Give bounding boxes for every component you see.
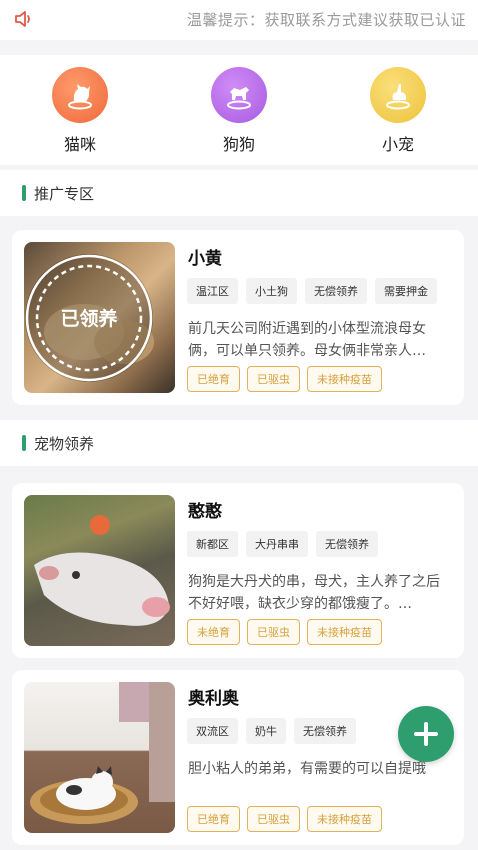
tag-district: 温江区 xyxy=(187,278,238,304)
pet-name: 小黄 xyxy=(188,249,222,269)
pet-card[interactable]: 憨憨 新都区 大丹串串 无偿领养 狗狗是大丹犬的串，母犬，主人养了之后不好好喂，… xyxy=(12,483,464,658)
dog-icon xyxy=(211,67,267,123)
adopt-section-title: 宠物领养 xyxy=(34,434,95,453)
badge-vaccine: 未接种疫苗 xyxy=(307,619,382,645)
category-label-dog: 狗狗 xyxy=(222,135,255,154)
notice-text: 温馨提示：获取联系方式建议获取已认证 xyxy=(186,11,466,29)
tag-district: 新都区 xyxy=(187,531,238,557)
promo-section-header: 推广专区 xyxy=(0,170,478,216)
badge-vaccine: 未接种疫苗 xyxy=(307,806,382,832)
tag-breed: 奶牛 xyxy=(246,718,286,744)
category-cat[interactable]: 猫咪 xyxy=(40,67,120,155)
category-bar: 猫咪 狗狗 小宠 xyxy=(0,55,478,165)
notice-bar: 温馨提示：获取联系方式建议获取已认证 xyxy=(0,0,478,40)
speaker-icon[interactable] xyxy=(14,9,36,29)
section-accent-bar xyxy=(22,435,26,451)
pet-description: 狗狗是大丹犬的串，母犬，主人养了之后不好好喂，缺衣少穿的都饿瘦了。… xyxy=(188,574,440,612)
badge-neuter: 已绝育 xyxy=(187,806,240,832)
pet-description: 胆小粘人的弟弟，有需要的可以自提哦 xyxy=(188,761,426,777)
tag-breed: 小土狗 xyxy=(246,278,297,304)
badge-deworm: 已驱虫 xyxy=(247,619,300,645)
tag-adopt-type: 无偿领养 xyxy=(305,278,367,304)
tag-breed: 大丹串串 xyxy=(246,531,308,557)
category-dog[interactable]: 狗狗 xyxy=(199,67,279,155)
pet-status-badges: 未绝育 已驱虫 未接种疫苗 xyxy=(187,619,382,645)
adopted-stamp: 已领养 xyxy=(60,308,118,330)
section-accent-bar xyxy=(22,185,26,201)
pet-name: 奥利奥 xyxy=(188,689,239,709)
cat-icon xyxy=(52,67,108,123)
pet-photo xyxy=(24,682,175,833)
pet-tags: 新都区 大丹串串 无偿领养 xyxy=(187,531,378,557)
tag-adopt-type: 无偿领养 xyxy=(316,531,378,557)
badge-deworm: 已驱虫 xyxy=(247,366,300,392)
pet-name: 憨憨 xyxy=(188,502,222,522)
plus-icon xyxy=(414,722,438,746)
category-small-pet[interactable]: 小宠 xyxy=(358,67,438,155)
rabbit-icon xyxy=(370,67,426,123)
adopt-section-header: 宠物领养 xyxy=(0,420,478,466)
pet-tags: 双流区 奶牛 无偿领养 xyxy=(187,718,356,744)
tag-adopt-type: 无偿领养 xyxy=(294,718,356,744)
promo-pet-card[interactable]: 已领养 小黄 温江区 小土狗 无偿领养 需要押金 前几天公司附近遇到的小体型流浪… xyxy=(12,230,464,405)
pet-tags: 温江区 小土狗 无偿领养 需要押金 xyxy=(187,278,437,304)
category-label-small-pet: 小宠 xyxy=(381,135,414,154)
badge-neuter: 未绝育 xyxy=(187,619,240,645)
pet-description: 前几天公司附近遇到的小体型流浪母女俩，可以单只领养。母女俩非常亲人… xyxy=(188,321,426,359)
badge-neuter: 已绝育 xyxy=(187,366,240,392)
badge-vaccine: 未接种疫苗 xyxy=(307,366,382,392)
promo-section-title: 推广专区 xyxy=(34,184,95,203)
tag-district: 双流区 xyxy=(187,718,238,744)
add-pet-button[interactable] xyxy=(398,706,454,762)
pet-status-badges: 已绝育 已驱虫 未接种疫苗 xyxy=(187,366,382,392)
badge-deworm: 已驱虫 xyxy=(247,806,300,832)
pet-photo xyxy=(24,495,175,646)
pet-card[interactable]: 奥利奥 双流区 奶牛 无偿领养 胆小粘人的弟弟，有需要的可以自提哦 已绝育 已驱… xyxy=(12,670,464,845)
pet-status-badges: 已绝育 已驱虫 未接种疫苗 xyxy=(187,806,382,832)
tag-deposit: 需要押金 xyxy=(375,278,437,304)
pet-photo: 已领养 xyxy=(24,242,175,393)
category-label-cat: 猫咪 xyxy=(63,135,96,154)
